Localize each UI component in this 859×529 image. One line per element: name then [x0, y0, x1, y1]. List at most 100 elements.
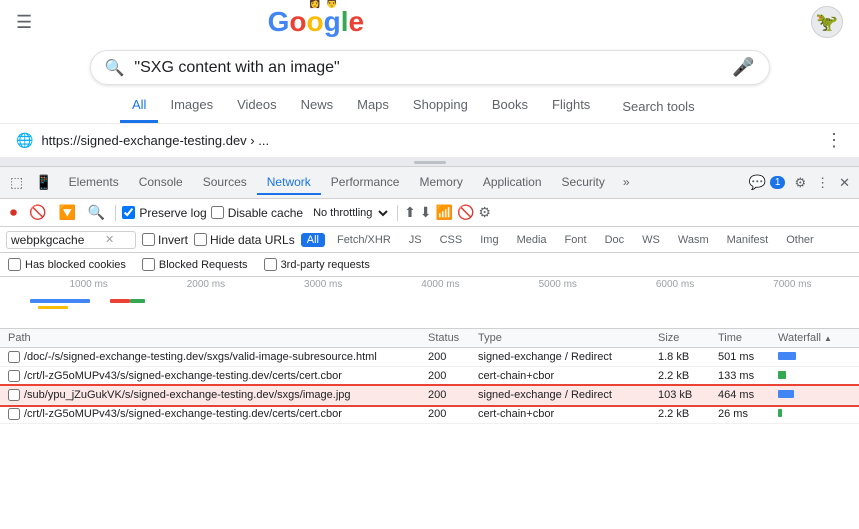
table-row[interactable]: /sub/ypu_jZuGukVK/s/signed-exchange-test… — [0, 386, 859, 405]
google-doodle: G o 👩 o 👨 g l e — [268, 6, 364, 38]
devtools-more-icon[interactable]: ⋮ — [811, 172, 834, 194]
google-nav-tabs: All Images Videos News Maps Shopping Boo… — [0, 89, 859, 124]
filter-tab-other[interactable]: Other — [780, 233, 820, 247]
search-result-row: 🌐 https://signed-exchange-testing.dev › … — [0, 124, 859, 158]
devtools-tab-security[interactable]: Security — [552, 171, 615, 195]
timeline-area: 1000 ms 2000 ms 3000 ms 4000 ms 5000 ms … — [0, 277, 859, 329]
devtools-tab-bar: ⬚ 📱 Elements Console Sources Network Per… — [0, 167, 859, 199]
col-header-size[interactable]: Size — [650, 329, 710, 348]
record-btn[interactable]: ⏺ — [6, 202, 21, 223]
console-badge-wrap: 💬 1 — [748, 174, 785, 191]
tick-6000: 6000 ms — [616, 279, 733, 290]
hide-data-urls-checkbox[interactable] — [194, 233, 207, 246]
tab-news[interactable]: News — [289, 89, 346, 123]
result-url: https://signed-exchange-testing.dev › ..… — [41, 133, 817, 148]
export-icon[interactable]: ⬇ — [420, 204, 432, 221]
filter-tab-css[interactable]: CSS — [434, 233, 469, 247]
search-tools-btn[interactable]: Search tools — [610, 91, 706, 122]
search-network-btn[interactable]: 🔍 — [84, 202, 109, 223]
devtools-tab-mobile[interactable]: 📱 — [29, 170, 58, 195]
devtools-tab-memory[interactable]: Memory — [409, 171, 472, 195]
tab-shopping[interactable]: Shopping — [401, 89, 480, 123]
clear-btn[interactable]: 🚫 — [25, 202, 50, 223]
third-party-requests-label[interactable]: 3rd-party requests — [264, 258, 370, 271]
filter-tab-wasm[interactable]: Wasm — [672, 233, 715, 247]
tab-flights[interactable]: Flights — [540, 89, 602, 123]
invert-label[interactable]: Invert — [142, 233, 188, 247]
devtools-tab-elements[interactable]: Elements — [59, 171, 129, 195]
search-bar[interactable]: 🔍 "SXG content with an image" 🎤 — [90, 50, 770, 85]
tab-images[interactable]: Images — [158, 89, 225, 123]
checkbox-row: Has blocked cookies Blocked Requests 3rd… — [0, 253, 859, 277]
col-header-type[interactable]: Type — [470, 329, 650, 348]
browser-window: ☰ G o 👩 o 👨 g l e 🦖 🔍 "SXG content wit — [0, 0, 859, 158]
filter-btn[interactable]: 🔽 — [54, 202, 79, 223]
search-bar-row: 🔍 "SXG content with an image" 🎤 — [0, 44, 859, 89]
devtools-divider[interactable] — [0, 158, 859, 166]
drag-handle — [414, 161, 446, 164]
filter-tab-doc[interactable]: Doc — [599, 233, 631, 247]
devtools-tab-performance[interactable]: Performance — [321, 171, 410, 195]
devtools-tab-network[interactable]: Network — [257, 171, 321, 195]
filter-input-wrap[interactable]: ✕ — [6, 231, 136, 249]
network-table: Path Status Type Size Time Wat — [0, 329, 859, 424]
filter-tab-img[interactable]: Img — [474, 233, 504, 247]
filter-tab-media[interactable]: Media — [511, 233, 553, 247]
search-query-text: "SXG content with an image" — [134, 59, 722, 77]
col-header-status[interactable]: Status — [420, 329, 470, 348]
third-party-requests-checkbox[interactable] — [264, 258, 277, 271]
filter-clear-icon[interactable]: ✕ — [105, 233, 114, 246]
profile-avatar[interactable]: 🦖 — [811, 6, 843, 38]
mic-icon[interactable]: 🎤 — [732, 57, 754, 78]
preserve-log-checkbox[interactable] — [122, 206, 135, 219]
block-icon[interactable]: 🚫 — [457, 204, 474, 221]
has-blocked-cookies-checkbox[interactable] — [8, 258, 21, 271]
col-header-waterfall[interactable]: Waterfall ▲ — [770, 329, 859, 348]
devtools-close-icon[interactable]: ✕ — [834, 172, 855, 194]
filter-bar: ✕ Invert Hide data URLs All Fetch/XHR JS… — [0, 227, 859, 253]
blocked-requests-checkbox[interactable] — [142, 258, 155, 271]
has-blocked-cookies-label[interactable]: Has blocked cookies — [8, 258, 126, 271]
tab-books[interactable]: Books — [480, 89, 540, 123]
invert-checkbox[interactable] — [142, 233, 155, 246]
col-header-time[interactable]: Time — [710, 329, 770, 348]
filter-input[interactable] — [11, 233, 101, 247]
tick-2000: 2000 ms — [147, 279, 264, 290]
settings-icon[interactable]: ⚙ — [478, 204, 491, 221]
devtools-tab-console[interactable]: Console — [129, 171, 193, 195]
filter-tab-fetch-xhr[interactable]: Fetch/XHR — [331, 233, 397, 247]
disable-cache-checkbox[interactable] — [211, 206, 224, 219]
filter-tab-all[interactable]: All — [301, 233, 325, 247]
table-row[interactable]: /crt/l-zG5oMUPv43/s/signed-exchange-test… — [0, 367, 859, 386]
filter-tab-js[interactable]: JS — [403, 233, 428, 247]
devtools-tab-sources[interactable]: Sources — [193, 171, 257, 195]
result-more-icon[interactable]: ⋮ — [825, 130, 843, 151]
preserve-log-label[interactable]: Preserve log — [122, 206, 206, 220]
devtools-tab-more[interactable]: » — [615, 171, 638, 195]
network-table-container: Path Status Type Size Time Wat — [0, 329, 859, 424]
filter-tab-manifest[interactable]: Manifest — [721, 233, 775, 247]
devtools-settings-icon[interactable]: ⚙ — [789, 172, 811, 194]
filter-tab-font[interactable]: Font — [559, 233, 593, 247]
hide-data-urls-label[interactable]: Hide data URLs — [194, 233, 295, 247]
tab-maps[interactable]: Maps — [345, 89, 401, 123]
table-row[interactable]: /doc/-/s/signed-exchange-testing.dev/sxg… — [0, 348, 859, 367]
disable-cache-label[interactable]: Disable cache — [211, 206, 303, 220]
console-badge: 1 — [770, 176, 786, 189]
import-icon[interactable]: ⬆ — [404, 204, 416, 221]
devtools-tab-application[interactable]: Application — [473, 171, 552, 195]
devtools-panel: ⬚ 📱 Elements Console Sources Network Per… — [0, 166, 859, 424]
devtools-tab-inspect[interactable]: ⬚ — [4, 170, 29, 195]
table-row[interactable]: /crt/l-zG5oMUPv43/s/signed-exchange-test… — [0, 405, 859, 424]
timeline-bars — [30, 295, 851, 325]
filter-tab-ws[interactable]: WS — [636, 233, 666, 247]
blocked-requests-label[interactable]: Blocked Requests — [142, 258, 248, 271]
search-icon: 🔍 — [105, 58, 125, 78]
tab-videos[interactable]: Videos — [225, 89, 289, 123]
toolbar-sep1 — [115, 205, 116, 221]
tab-all[interactable]: All — [120, 89, 158, 123]
hamburger-menu[interactable]: ☰ — [16, 12, 32, 33]
throttle-select[interactable]: No throttling — [307, 205, 391, 221]
col-header-path[interactable]: Path — [0, 329, 420, 348]
toolbar-sep2 — [397, 205, 398, 221]
